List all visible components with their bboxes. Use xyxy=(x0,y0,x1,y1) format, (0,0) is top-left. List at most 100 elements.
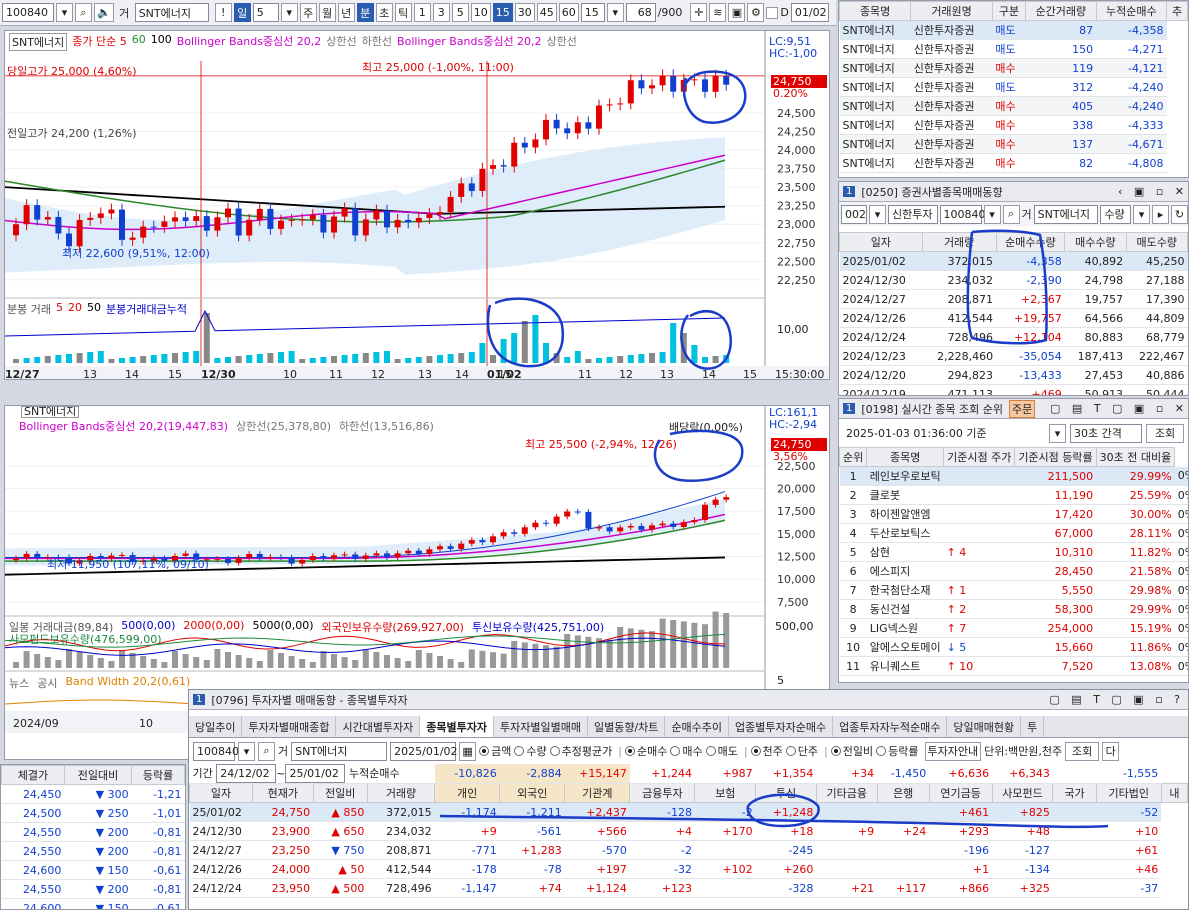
table-row[interactable]: SNT에너지 신한투자증권 매수 137 -4,671 xyxy=(839,134,1188,154)
count-input[interactable]: 68 xyxy=(625,3,656,22)
column-header[interactable]: 투신 xyxy=(755,783,817,803)
table-row[interactable]: 2024/12/20 294,823 -13,433 27,453 40,886 xyxy=(839,365,1188,385)
column-header[interactable]: 30초 전 대비율 xyxy=(1095,447,1176,467)
radio-option[interactable]: 수량 xyxy=(514,743,547,759)
investor-tab[interactable]: 투 xyxy=(1021,716,1045,737)
table-row[interactable]: 3하이젠알앤엠 17,42030.00%0% xyxy=(839,504,1188,524)
investor-tab[interactable]: 일별동향/차트 xyxy=(588,716,666,737)
stock-name-field[interactable]: SNT에너지 xyxy=(134,3,209,22)
table-row[interactable]: SNT에너지 신한투자증권 매도 87 -4,358 xyxy=(839,20,1188,40)
rank-window-title[interactable]: 1 [0198] 실시간 종목 조회 순위 주문 ▢ ▤ T ▢ ▣ ▫ ✕ xyxy=(839,399,1188,419)
column-header[interactable]: 종목명 xyxy=(839,1,912,21)
radio-option[interactable]: 금액 xyxy=(479,743,511,759)
table-row[interactable]: 25/01/02 24,750 ▲ 850 372,015 -1,174 -1,211 +2… xyxy=(189,802,1188,822)
table-row[interactable]: SNT에너지 신한투자증권 매수 119 -4,121 xyxy=(839,58,1188,78)
table-row[interactable]: 2025/01/02 372,015 -4,358 40,892 45,250 xyxy=(839,251,1188,271)
investor-tab[interactable]: 종목별투자자 xyxy=(420,716,495,737)
period-cell[interactable]: 기간 24/12/02 ~25/01/02 누적순매수 xyxy=(189,764,435,784)
investor-window-controls-icon[interactable]: ▢ ▤ T ▢ ▣ ▫ ? xyxy=(1049,693,1188,706)
column-header[interactable]: 기타법인 xyxy=(1095,783,1162,803)
interval-input[interactable]: 15 xyxy=(580,3,605,22)
investor-tab[interactable]: 당일추이 xyxy=(189,716,243,737)
order-tag[interactable]: 주문 xyxy=(1009,399,1036,418)
investor-code-input[interactable]: 100840 xyxy=(193,741,239,761)
radio-option[interactable]: 전일비 xyxy=(830,743,873,759)
column-header[interactable]: 사모펀드 xyxy=(991,783,1054,803)
column-header[interactable]: 종목명 xyxy=(866,447,945,467)
table-row[interactable]: 24,600 ▼ 150 -0,61 xyxy=(1,860,185,880)
column-header[interactable]: 추 xyxy=(1166,1,1188,21)
interval-10[interactable]: 10 xyxy=(470,3,491,22)
period-from[interactable]: 24/12/02 xyxy=(216,764,277,783)
broker-search-icon[interactable]: ⌕ xyxy=(1002,204,1020,224)
stock-code-input[interactable]: 100840 xyxy=(2,3,54,22)
radio-option[interactable]: 추정평균가 xyxy=(549,743,612,759)
column-header[interactable]: 은행 xyxy=(876,783,930,803)
column-header[interactable]: 매수수량 xyxy=(1064,232,1127,252)
broker-mode-dropdown[interactable]: ▾ xyxy=(1132,204,1150,224)
column-header[interactable]: 기준시점 등락률 xyxy=(1014,447,1097,467)
broker-dropdown[interactable]: ▾ xyxy=(869,204,886,224)
column-header[interactable]: 연기금등 xyxy=(928,783,993,803)
investor-tab[interactable]: 시간대별투자자 xyxy=(336,716,421,737)
table-row[interactable]: 6에스피지 28,45021.58%0% xyxy=(839,561,1188,581)
investor-code-dropdown[interactable]: ▾ xyxy=(238,741,255,761)
column-header[interactable]: 외국인 xyxy=(499,783,566,803)
column-header[interactable]: 보험 xyxy=(694,783,757,803)
investor-tab[interactable]: 당일매매현황 xyxy=(947,716,1022,737)
interval-5[interactable]: 5 xyxy=(451,3,469,22)
period-num-dropdown[interactable]: ▾ xyxy=(280,3,298,22)
table-row[interactable]: 1레인보우로보틱 211,50029.99%0% xyxy=(839,466,1188,486)
table-row[interactable]: SNT에너지 신한투자증권 매도 312 -4,240 xyxy=(839,77,1188,97)
window-controls-icon[interactable]: ‹ ▣ ▫ ✕ xyxy=(1118,185,1188,198)
broker-stock-dropdown[interactable]: ▾ xyxy=(983,204,1001,224)
table-row[interactable]: SNT에너지 신한투자증권 매수 338 -4,333 xyxy=(839,115,1188,135)
table-row[interactable]: 24,450 ▼ 300 -1,21 xyxy=(1,784,185,804)
column-header[interactable]: 현재가 xyxy=(251,783,314,803)
table-row[interactable]: 2024/12/26 412,544 +19,757 64,566 44,809 xyxy=(839,308,1188,328)
table-row[interactable]: 8동신건설↑ 258,30029.99%0% xyxy=(839,599,1188,619)
period-minute[interactable]: 분 xyxy=(356,3,374,22)
column-header[interactable]: 전일비 xyxy=(312,783,368,803)
radio-option[interactable]: 순매수 xyxy=(624,743,667,759)
investor-guide-button[interactable]: 투자자안내 xyxy=(924,741,982,761)
investor-query-button[interactable]: 조회 xyxy=(1065,741,1100,761)
interval-3[interactable]: 3 xyxy=(432,3,450,22)
column-header[interactable]: 기타금융 xyxy=(815,783,878,803)
indicator-icon[interactable]: ≋ xyxy=(709,3,727,22)
rank-window-controls-icon[interactable]: ▢ ▤ T ▢ ▣ ▫ ✕ xyxy=(1050,402,1188,415)
column-header[interactable]: 누적순매수 xyxy=(1095,1,1168,21)
table-row[interactable]: 24/12/24 23,950 ▲ 500 728,496 -1,147 +74 +1,12… xyxy=(189,878,1188,898)
table-row[interactable]: 24/12/26 24,000 ▲ 50 412,544 -178 -78 +197 -32 +… xyxy=(189,859,1188,879)
column-header[interactable]: 등락률 xyxy=(131,765,185,785)
investor-tab[interactable]: 순매수추이 xyxy=(665,716,730,737)
rank-query-button[interactable]: 조회 xyxy=(1146,423,1184,443)
column-header[interactable]: 매도수량 xyxy=(1125,232,1188,252)
search-icon[interactable]: ⌕ xyxy=(75,3,92,22)
table-row[interactable]: 2024/12/30 234,032 -2,390 24,798 27,188 xyxy=(839,270,1188,290)
alert-button[interactable]: ! xyxy=(214,3,232,22)
table-row[interactable]: 2024/12/27 208,871 +2,367 19,757 17,390 xyxy=(839,289,1188,309)
radio-option[interactable]: 등락률 xyxy=(876,743,919,759)
column-header[interactable]: 거래량 xyxy=(921,232,997,252)
investor-search-icon[interactable]: ⌕ xyxy=(258,741,275,761)
d-checkbox[interactable] xyxy=(766,6,779,19)
interval-45[interactable]: 45 xyxy=(536,3,557,22)
investor-tab[interactable]: 투자자별매매종합 xyxy=(242,716,337,737)
table-row[interactable]: 24,550 ▼ 200 -0,81 xyxy=(1,822,185,842)
investor-tab[interactable]: 업종투자자누적순매수 xyxy=(833,716,948,737)
period-to[interactable]: 25/01/02 xyxy=(285,764,346,783)
investor-extra-button[interactable]: 다 xyxy=(1102,741,1120,761)
table-row[interactable]: 10알에스오토메이↓ 515,66011.86%0% xyxy=(839,637,1188,657)
column-header[interactable]: 국가 xyxy=(1052,783,1097,803)
column-header[interactable]: 기관계 xyxy=(564,783,631,803)
radio-option[interactable]: 매수 xyxy=(670,743,703,759)
radio-option[interactable]: 매도 xyxy=(705,743,738,759)
minute-chart[interactable]: 24,500 24,250 24,000 23,750 23,500 23,250 23,0… xyxy=(5,31,830,380)
investor-name-field[interactable]: SNT에너지 xyxy=(291,741,388,761)
column-header[interactable]: 거래량 xyxy=(366,783,436,803)
broker-refresh-icon[interactable]: ↻ xyxy=(1170,204,1188,224)
table-row[interactable]: 2024/12/24 728,496 +12,104 80,883 68,779 xyxy=(839,327,1188,347)
column-header[interactable]: 일자 xyxy=(189,783,253,803)
broker-stock-code[interactable]: 100840 xyxy=(939,204,986,224)
